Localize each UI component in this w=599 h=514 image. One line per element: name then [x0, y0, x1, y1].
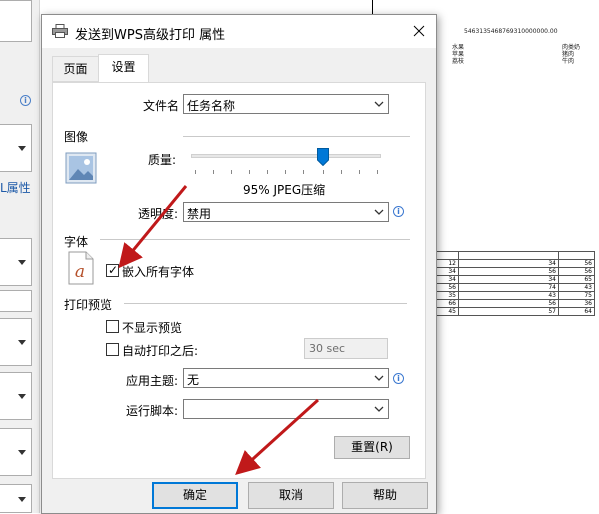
table-row: 12 34 56 [432, 259, 595, 268]
section-divider [124, 303, 407, 304]
document-number: 5463135468769310000000.00 [464, 28, 558, 35]
script-select[interactable] [183, 399, 389, 419]
printer-icon [52, 24, 68, 38]
script-label: 运行脚本: [126, 404, 179, 418]
table-row: 56 74 43 [432, 283, 595, 292]
filename-value: 任务名称 [187, 99, 236, 113]
close-button[interactable] [402, 15, 436, 48]
preview-section-heading: 打印预览 [64, 298, 113, 312]
embed-fonts-checkbox[interactable]: ✓ [106, 263, 119, 277]
document-column-right: 肉类奶 猪肉 牛肉 [562, 44, 581, 65]
background-spinner [0, 290, 32, 312]
background-field [0, 0, 32, 42]
transparency-select[interactable]: 禁用 [183, 202, 389, 222]
table-row: 35 43 75 [432, 291, 595, 300]
background-dropdown [0, 238, 32, 286]
font-file-icon: a [68, 251, 94, 285]
font-section-heading: 字体 [64, 235, 89, 249]
table-row: 66 56 36 [432, 299, 595, 308]
background-dropdown [0, 318, 32, 366]
document-table: 12 34 56 34 56 56 34 34 65 56 74 43 35 43 75 66 56 3… [432, 251, 595, 316]
auto-print-label: 自动打印之后: [122, 344, 199, 358]
tab-settings[interactable]: 设置 [98, 54, 149, 82]
chevron-down-icon [374, 209, 384, 215]
dialog-title: 发送到WPS高级打印 属性 [75, 28, 226, 43]
quality-slider-thumb[interactable] [317, 148, 329, 166]
theme-select[interactable]: 无 [183, 368, 389, 388]
background-dropdown [0, 428, 32, 476]
auto-print-delay-input[interactable]: 30 sec [304, 338, 388, 359]
section-divider [100, 239, 410, 240]
table-row: 34 56 56 [432, 267, 595, 276]
close-icon [413, 25, 425, 37]
document-column-left: 水果 苹果 荔枝 [452, 44, 465, 65]
transparency-value: 禁用 [187, 207, 212, 221]
title-bar[interactable]: 发送到WPS高级打印 属性 [42, 15, 436, 48]
tab-page[interactable]: 页面 [52, 56, 99, 82]
no-preview-label: 不显示预览 [122, 321, 183, 335]
help-button[interactable]: 帮助 [342, 482, 428, 509]
theme-label: 应用主题: [126, 374, 179, 388]
background-properties-link: L属性 [0, 181, 31, 195]
chevron-down-icon [374, 101, 384, 107]
section-divider [183, 136, 410, 137]
background-dropdown [0, 372, 32, 420]
transparency-info-icon[interactable]: i [393, 206, 404, 217]
properties-dialog: 发送到WPS高级打印 属性 页面 设置 文件名 任务名称 图像 质量: 95% … [41, 14, 437, 514]
cancel-button[interactable]: 取消 [248, 482, 334, 509]
ok-button[interactable]: 确定 [152, 482, 238, 509]
image-section-heading: 图像 [64, 130, 89, 144]
chevron-down-icon [374, 375, 384, 381]
quality-label: 质量: [148, 153, 177, 167]
image-icon [65, 152, 97, 184]
theme-value: 无 [187, 373, 200, 387]
filename-label: 文件名 [143, 99, 180, 113]
reset-button[interactable]: 重置(R) [334, 436, 410, 459]
info-icon: i [20, 95, 31, 106]
svg-text:a: a [75, 262, 85, 282]
quality-slider-track[interactable] [191, 154, 381, 158]
quality-value-text: 95% JPEG压缩 [243, 183, 326, 197]
background-app-sidebar [0, 0, 40, 513]
transparency-label: 透明度: [138, 207, 179, 221]
table-row: 45 57 64 [432, 307, 595, 316]
auto-print-checkbox[interactable] [106, 343, 119, 356]
embed-fonts-label: 嵌入所有字体 [122, 265, 195, 279]
filename-select[interactable]: 任务名称 [183, 94, 389, 114]
settings-panel [52, 82, 426, 479]
no-preview-checkbox[interactable] [106, 320, 119, 333]
chevron-down-icon [374, 406, 384, 412]
table-row: 34 34 65 [432, 275, 595, 284]
background-dropdown [0, 484, 32, 513]
checkmark-icon: ✓ [108, 263, 119, 277]
background-dropdown [0, 124, 32, 172]
theme-info-icon[interactable]: i [393, 373, 404, 384]
